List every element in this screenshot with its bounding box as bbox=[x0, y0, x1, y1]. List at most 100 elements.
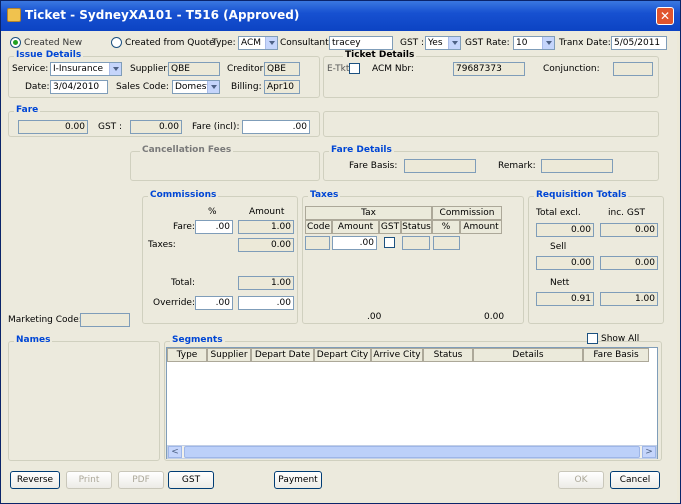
ticket-details-title: Ticket Details bbox=[343, 50, 417, 60]
sales-code-select[interactable]: Domest bbox=[172, 80, 220, 94]
acm-field[interactable]: 79687373 bbox=[453, 62, 525, 76]
override-pct[interactable]: .00 bbox=[195, 296, 233, 310]
segments-horizontal-scrollbar[interactable]: < > bbox=[167, 445, 657, 459]
segments-col-details[interactable]: Details bbox=[473, 348, 583, 362]
commission-fare-amount[interactable]: 1.00 bbox=[238, 220, 294, 234]
billing-field[interactable]: Apr10 bbox=[264, 80, 300, 94]
taxes-col-gst[interactable]: GST bbox=[379, 220, 401, 234]
cancellation-fees-group bbox=[130, 151, 320, 181]
taxes-col-status[interactable]: Status bbox=[401, 220, 432, 234]
segments-grid[interactable] bbox=[166, 347, 658, 459]
override-amount[interactable]: .00 bbox=[238, 296, 294, 310]
commission-taxes-label: Taxes: bbox=[148, 240, 176, 250]
chevron-down-icon bbox=[109, 63, 121, 75]
sell-inc-field[interactable]: 0.00 bbox=[600, 256, 658, 270]
segments-col-status[interactable]: Status bbox=[423, 348, 473, 362]
reverse-button[interactable]: Reverse bbox=[10, 471, 60, 489]
pdf-button[interactable]: PDF bbox=[118, 471, 164, 489]
total-inc-field[interactable]: 0.00 bbox=[600, 223, 658, 237]
names-title: Names bbox=[14, 335, 53, 345]
consultant-label: Consultant: bbox=[280, 38, 332, 48]
commission-amount-header: Amount bbox=[249, 207, 285, 217]
fare-gst-field[interactable]: 0.00 bbox=[130, 120, 182, 134]
print-button[interactable]: Print bbox=[66, 471, 112, 489]
tax-row-pct[interactable] bbox=[433, 236, 460, 250]
nett-label: Nett bbox=[550, 278, 570, 288]
total-excl-field[interactable]: 0.00 bbox=[536, 223, 594, 237]
taxes-col-code[interactable]: Code bbox=[305, 220, 332, 234]
taxes-col-pct[interactable]: % bbox=[432, 220, 460, 234]
cancel-button[interactable]: Cancel bbox=[610, 471, 660, 489]
show-all-checkbox[interactable] bbox=[587, 333, 598, 344]
created-new-label: Created New bbox=[24, 38, 83, 48]
override-label: Override: bbox=[153, 298, 195, 308]
inc-gst-label: inc. GST bbox=[608, 208, 646, 218]
creditor-field[interactable]: QBE bbox=[264, 62, 300, 76]
segments-col-supplier[interactable]: Supplier bbox=[207, 348, 251, 362]
commission-total-amount[interactable]: 1.00 bbox=[238, 276, 294, 290]
scroll-left-icon[interactable]: < bbox=[168, 446, 182, 458]
dialog-content: Created New Created from Quote Type: ACM… bbox=[4, 31, 677, 501]
payment-button[interactable]: Payment bbox=[274, 471, 322, 489]
gst-select[interactable]: Yes bbox=[425, 36, 461, 50]
sales-code-label: Sales Code: bbox=[116, 82, 169, 92]
service-select[interactable]: I-Insurance bbox=[50, 62, 122, 76]
commission-taxes-amount[interactable]: 0.00 bbox=[238, 238, 294, 252]
segments-col-fare-basis[interactable]: Fare Basis bbox=[583, 348, 649, 362]
scroll-thumb[interactable] bbox=[184, 446, 640, 458]
gst-button[interactable]: GST bbox=[168, 471, 214, 489]
billing-label: Billing: bbox=[231, 82, 262, 92]
chevron-down-icon bbox=[265, 37, 277, 49]
window-title: Ticket - SydneyXA101 - T516 (Approved) bbox=[25, 8, 300, 22]
issue-details-title: Issue Details bbox=[14, 50, 84, 60]
taxes-title: Taxes bbox=[308, 190, 341, 200]
created-new-radio[interactable] bbox=[10, 37, 21, 48]
fare-basis-field[interactable] bbox=[404, 159, 476, 173]
nett-inc-field[interactable]: 1.00 bbox=[600, 292, 658, 306]
supplier-field[interactable]: QBE bbox=[168, 62, 220, 76]
tax-row-status[interactable] bbox=[402, 236, 430, 250]
segments-col-depart-date[interactable]: Depart Date bbox=[251, 348, 314, 362]
gst-rate-select[interactable]: 10 bbox=[513, 36, 555, 50]
segments-col-type[interactable]: Type bbox=[167, 348, 207, 362]
sell-excl-field[interactable]: 0.00 bbox=[536, 256, 594, 270]
commission-fare-pct[interactable]: .00 bbox=[195, 220, 233, 234]
segments-col-arrive-city[interactable]: Arrive City bbox=[371, 348, 423, 362]
remark-field[interactable] bbox=[541, 159, 613, 173]
service-value: I-Insurance bbox=[53, 64, 104, 74]
commission-total-label: Total: bbox=[171, 278, 196, 288]
taxes-tax-group-header: Tax bbox=[305, 206, 432, 220]
tranx-date-field[interactable]: 5/05/2011 bbox=[611, 36, 667, 50]
show-all-label: Show All bbox=[601, 334, 640, 344]
created-from-quote-radio[interactable] bbox=[111, 37, 122, 48]
ok-button[interactable]: OK bbox=[558, 471, 604, 489]
ticket-window: Ticket - SydneyXA101 - T516 (Approved) ✕… bbox=[0, 0, 681, 504]
marketing-code-field[interactable] bbox=[80, 313, 130, 327]
tax-row-gst-checkbox[interactable] bbox=[384, 237, 395, 248]
tax-row-amount[interactable]: .00 bbox=[332, 236, 377, 250]
type-select[interactable]: ACM bbox=[238, 36, 278, 50]
etkt-checkbox[interactable] bbox=[349, 63, 360, 74]
tax-row-code[interactable] bbox=[305, 236, 330, 250]
conjunction-field[interactable] bbox=[613, 62, 653, 76]
fare-extra-group bbox=[323, 111, 659, 137]
service-label: Service: bbox=[12, 64, 49, 74]
commissions-title: Commissions bbox=[148, 190, 219, 200]
taxes-total-tax: .00 bbox=[367, 312, 382, 322]
nett-excl-field[interactable]: 0.91 bbox=[536, 292, 594, 306]
close-button[interactable]: ✕ bbox=[656, 7, 674, 25]
segments-col-depart-city[interactable]: Depart City bbox=[314, 348, 371, 362]
date-field[interactable]: 3/04/2010 bbox=[50, 80, 108, 94]
fare-incl-field[interactable]: .00 bbox=[242, 120, 310, 134]
marketing-code-label: Marketing Code: bbox=[8, 315, 82, 325]
consultant-field[interactable]: tracey bbox=[329, 36, 393, 50]
taxes-col-amount[interactable]: Amount bbox=[332, 220, 379, 234]
chevron-down-icon bbox=[448, 37, 460, 49]
fare-field[interactable]: 0.00 bbox=[18, 120, 88, 134]
scroll-right-icon[interactable]: > bbox=[642, 446, 656, 458]
date-label: Date: bbox=[25, 82, 50, 92]
title-bar[interactable]: Ticket - SydneyXA101 - T516 (Approved) ✕ bbox=[1, 1, 680, 31]
fare-incl-label: Fare (incl): bbox=[192, 122, 240, 132]
fare-basis-label: Fare Basis: bbox=[349, 161, 398, 171]
taxes-col-comm-amount[interactable]: Amount bbox=[460, 220, 502, 234]
